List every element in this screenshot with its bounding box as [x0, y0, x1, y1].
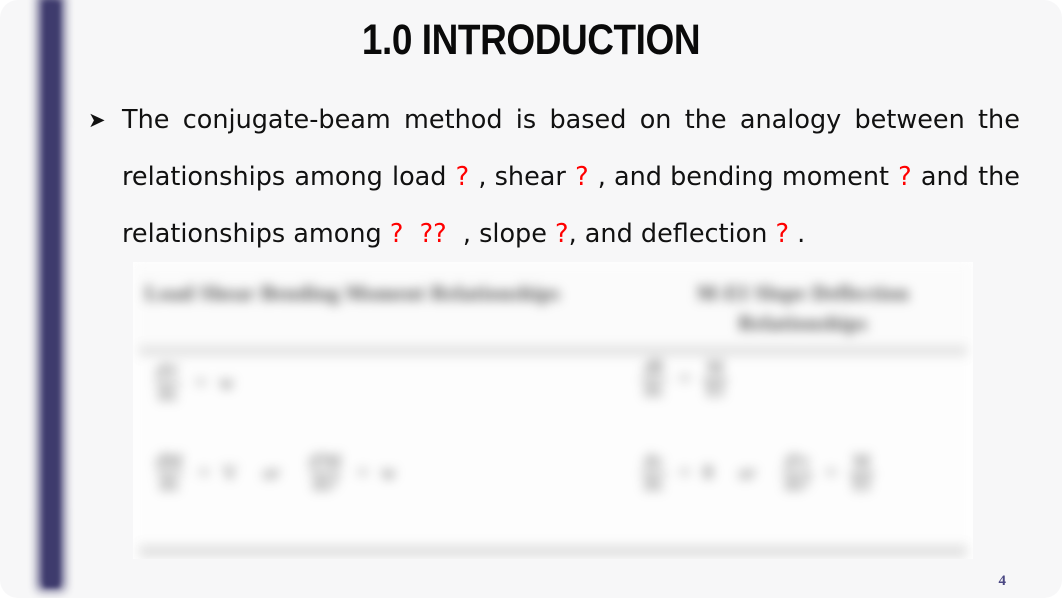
fraction-denominator: EI	[849, 472, 874, 496]
embedded-table-blur-layer: Load Shear Bending Moment Relationships …	[133, 262, 973, 559]
equals-operator-alt: =	[825, 462, 837, 485]
table-rule-bottom	[139, 545, 967, 558]
line2-segment-6: and	[920, 162, 969, 192]
formula-rhs: θ	[703, 462, 713, 485]
fraction-numerator: dv	[644, 451, 663, 472]
fraction-d2m-dx2: d²M dx²	[306, 451, 344, 496]
fraction-denominator: dx²	[781, 472, 813, 496]
paragraph-line-3: relationships among ? ?? , slope ?, and …	[122, 206, 1020, 263]
paragraph-line-1: The conjugate-beam method is based on th…	[122, 92, 1020, 149]
missing-glyph-deflection: ?	[775, 219, 790, 249]
arrow-bullet-icon: ➤	[88, 108, 106, 132]
page-title: 1.0 INTRODUCTION	[361, 16, 701, 64]
fraction-dtheta-dx: dθ dx	[641, 357, 666, 402]
line1-word-5: on	[639, 105, 672, 135]
line1-word-7: analogy	[739, 105, 842, 135]
fraction-d2v-dx2: d²v dx²	[781, 451, 813, 496]
line3-segment-2: , slope	[462, 219, 547, 249]
formula-row2-right: dv dx = θ or d²v dx² = M EI	[641, 451, 874, 496]
fraction-numerator: dθ	[644, 357, 663, 378]
table-rule-top	[139, 346, 967, 356]
or-connector: or	[263, 462, 281, 484]
line1-word-0: The	[122, 105, 170, 135]
formula-row1-right: dθ dx = M EI	[641, 357, 728, 402]
line3-segment-1: relationships among	[122, 219, 382, 249]
slide-container: 1.0 INTRODUCTION ➤ The conjugate-beam me…	[0, 0, 1062, 598]
line2-segment-2: among	[294, 162, 383, 192]
fraction-denominator: dx²	[309, 472, 341, 496]
formula-row2-left: dM dx = V or d²M dx² = w	[153, 451, 396, 496]
line1-word-6: the	[684, 105, 727, 135]
line3-segment-3: , and deflection	[568, 219, 768, 249]
paragraph-line-2: relationships among load ? , shear ? , a…	[122, 149, 1020, 206]
equals-operator: =	[679, 368, 691, 391]
table-caption-left: Load Shear Bending Moment Relationships	[145, 281, 561, 305]
line2-segment-5: , and bending moment	[597, 162, 889, 192]
fraction-denominator: EI	[703, 378, 728, 402]
line1-word-1: conjugate-beam	[182, 105, 391, 135]
fraction-m-ei: M EI	[703, 357, 728, 402]
fraction-dv-dx: dV dx	[153, 361, 182, 406]
fraction-denominator: dx	[155, 382, 181, 406]
embedded-table-image: Load Shear Bending Moment Relationships …	[133, 262, 973, 559]
fraction-numerator: M	[853, 451, 871, 472]
line2-segment-4: , shear	[478, 162, 566, 192]
fraction-numerator: M	[706, 357, 724, 378]
fraction-dm-dx: dM dx	[153, 451, 185, 496]
line1-word-8: between	[854, 105, 965, 135]
line1-word-2: method	[404, 105, 503, 135]
formula-rhs-alt: w	[381, 462, 396, 485]
formula-row1-left: dV dx = w	[153, 361, 234, 406]
equals-operator: =	[198, 462, 210, 485]
fraction-numerator: dV	[156, 361, 180, 382]
missing-glyph-shear: ?	[575, 162, 589, 192]
line2-segment-7: the	[978, 162, 1020, 192]
page-number: 4	[998, 573, 1007, 589]
line2-segment-1: relationships	[122, 162, 286, 192]
missing-glyph-load: ?	[455, 162, 470, 192]
missing-glyph-slope: ?	[555, 219, 569, 249]
body-text-block: ➤ The conjugate-beam method is based on …	[88, 92, 1020, 263]
fraction-denominator: dx	[641, 378, 666, 402]
missing-glyph-ei-1: ?	[389, 219, 404, 249]
fraction-dv-dx-right: dv dx	[641, 451, 666, 496]
equals-operator-alt: =	[357, 462, 369, 485]
line2-segment-3: load	[391, 162, 447, 192]
line1-word-9: the	[978, 105, 1020, 135]
left-accent-bar-core	[44, 2, 59, 587]
formula-rhs: w	[219, 372, 234, 395]
fraction-numerator: dM	[156, 451, 183, 472]
or-connector: or	[738, 462, 756, 484]
fraction-numerator: d²M	[309, 451, 342, 472]
bullet-paragraph: The conjugate-beam method is based on th…	[122, 92, 1020, 263]
line3-segment-4: .	[797, 219, 806, 249]
bullet-item: ➤ The conjugate-beam method is based on …	[88, 92, 1020, 263]
formula-rhs: V	[222, 462, 238, 485]
fraction-m-ei-alt: M EI	[849, 451, 874, 496]
equals-operator: =	[679, 462, 691, 485]
fraction-denominator: dx	[641, 472, 666, 496]
line1-word-4: based	[549, 105, 627, 135]
fraction-denominator: dx	[156, 472, 182, 496]
missing-glyph-ei-2: ??	[419, 219, 447, 249]
equals-operator: =	[195, 372, 207, 395]
missing-glyph-moment: ?	[898, 162, 912, 192]
line1-word-3: is	[515, 105, 537, 135]
table-caption-right: M-EI Slope Deflection Relationships	[696, 281, 910, 335]
fraction-numerator: d²v	[784, 451, 810, 472]
